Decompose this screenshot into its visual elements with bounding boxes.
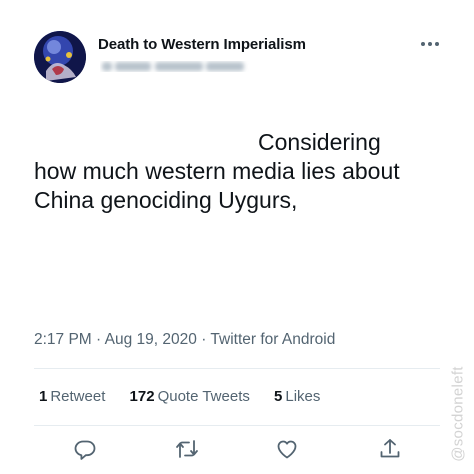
author-avatar[interactable] bbox=[34, 31, 86, 83]
retweets-label: Retweet bbox=[50, 388, 106, 405]
likes-count: 5 bbox=[274, 388, 283, 405]
tweet-meta: 2:17 PM · Aug 19, 2020 · Twitter for And… bbox=[34, 331, 335, 349]
divider bbox=[34, 425, 440, 426]
retweets-stat[interactable]: 1 Retweet bbox=[39, 388, 105, 405]
quote-tweets-label: Quote Tweets bbox=[157, 388, 250, 405]
tweet-text-line-2: how much western media lies about bbox=[34, 158, 400, 184]
likes-stat[interactable]: 5 Likes bbox=[274, 388, 320, 405]
tweet-date[interactable]: Aug 19, 2020 bbox=[105, 331, 197, 348]
meta-separator: · bbox=[96, 331, 102, 348]
reply-icon[interactable] bbox=[73, 437, 97, 461]
avatar-image bbox=[34, 31, 86, 83]
tweet-time[interactable]: 2:17 PM bbox=[34, 331, 92, 348]
likes-label: Likes bbox=[285, 388, 321, 405]
retweets-count: 1 bbox=[39, 388, 48, 405]
tweet-source[interactable]: Twitter for Android bbox=[210, 331, 335, 348]
more-horizontal-icon[interactable] bbox=[416, 36, 444, 52]
retweet-icon[interactable] bbox=[175, 437, 199, 461]
watermark-text: @socdoneleft bbox=[449, 366, 467, 462]
tweet-stats: 1 Retweet 172 Quote Tweets 5 Likes bbox=[39, 388, 340, 405]
author-handle-blurred bbox=[102, 62, 244, 71]
quote-tweets-count: 172 bbox=[129, 388, 155, 405]
meta-separator: · bbox=[201, 331, 207, 348]
watermark: @socdoneleft bbox=[446, 358, 470, 470]
tweet-text-line-3: China genociding Uygurs, bbox=[34, 187, 298, 213]
tweet-text: Considering how much western media lies … bbox=[34, 128, 444, 215]
author-display-name[interactable]: Death to Western Imperialism bbox=[98, 36, 306, 53]
divider bbox=[34, 368, 440, 369]
tweet-action-bar bbox=[0, 437, 474, 463]
tweet-text-line-1: Considering bbox=[258, 129, 381, 155]
heart-icon[interactable] bbox=[275, 437, 299, 461]
share-icon[interactable] bbox=[378, 437, 402, 461]
quote-tweets-stat[interactable]: 172 Quote Tweets bbox=[130, 388, 250, 405]
